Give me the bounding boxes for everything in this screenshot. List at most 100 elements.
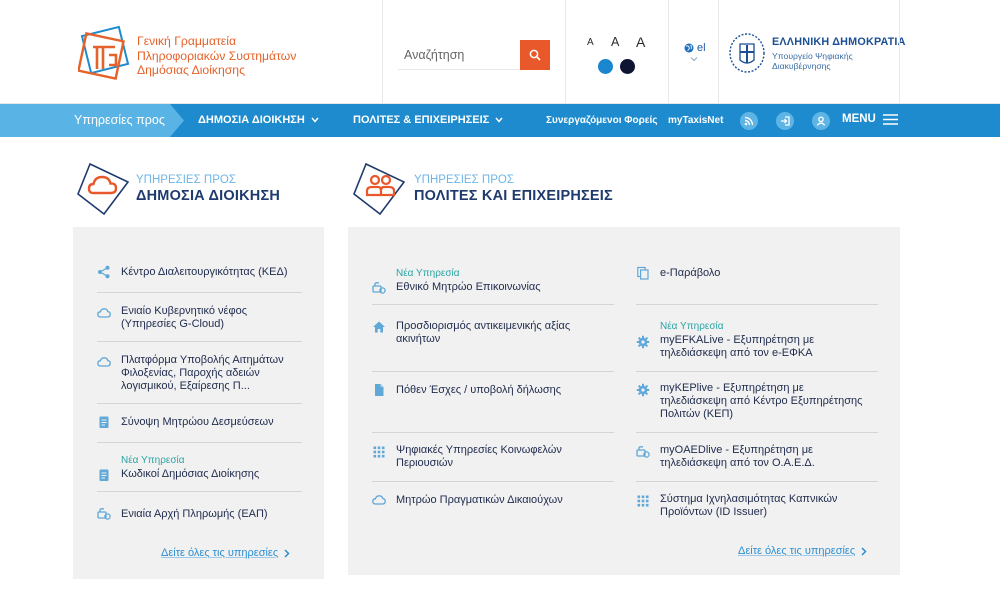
divider xyxy=(636,432,878,433)
payment-icon xyxy=(97,508,111,520)
service-item[interactable]: Νέα Υπηρεσία Εθνικό Μητρώο Επικοινωνίας xyxy=(372,268,612,296)
service-item[interactable]: myOAEDlive - Εξυπηρέτηση με τηλεδιάσκεψη… xyxy=(636,444,886,472)
gsis-logo-mark-icon xyxy=(78,25,130,80)
font-size-large-button[interactable]: A xyxy=(636,34,645,50)
service-item-line: Σύστημα Ιχνηλασιμότητας Καπνικών xyxy=(660,493,838,505)
payment-icon xyxy=(372,282,386,294)
service-item-line: Εθνικό Μητρώο Επικοινωνίας xyxy=(396,281,541,293)
service-item-line: myEFKALive - Εξυπηρέτηση με xyxy=(660,334,815,346)
service-item[interactable]: Σύστημα Ιχνηλασιμότητας Καπνικών Προϊόντ… xyxy=(636,493,886,521)
hamburger-icon xyxy=(882,113,898,125)
document-icon xyxy=(99,469,109,481)
chevron-down-icon[interactable] xyxy=(690,56,698,62)
search-icon xyxy=(529,49,541,61)
service-item[interactable]: Ενιαία Αρχή Πληρωμής (ΕΑΠ) xyxy=(97,507,307,525)
nav-citizens-businesses[interactable]: ΠΟΛΙΤΕΣ & ΕΠΙΧΕΙΡΗΣΕΙΣ xyxy=(353,114,503,126)
gov-title: ΕΛΛΗΝΙΚΗ ΔΗΜΟΚΡΑΤΙΑ xyxy=(772,36,906,48)
logo-line: Πληροφοριακών Συστημάτων xyxy=(137,48,297,63)
menu-button[interactable]: MENU xyxy=(842,113,898,125)
sign-in-icon xyxy=(781,116,790,126)
service-item[interactable]: Ψηφιακές Υπηρεσίες Κοινωφελών Περιουσιών xyxy=(372,444,612,472)
document-icon xyxy=(99,416,109,428)
gear-icon xyxy=(636,383,650,397)
file-icon xyxy=(375,384,384,396)
cloud-icon xyxy=(372,495,386,505)
divider xyxy=(636,371,878,372)
service-item-line: τηλεδιάσκεψη από Κέντρο Εξυπηρέτησης xyxy=(660,395,863,407)
divider xyxy=(372,432,614,433)
rss-button[interactable] xyxy=(740,112,758,130)
service-item[interactable]: Πόθεν Έσχες / υποβολή δήλωσης xyxy=(372,383,612,401)
header-divider xyxy=(668,0,669,103)
nav-mytaxisnet-label: myTaxisNet xyxy=(668,115,724,126)
service-item[interactable]: Ενιαίο Κυβερνητικό νέφος (Υπηρεσίες G-Cl… xyxy=(97,305,307,335)
service-item[interactable]: e-Παράβολο xyxy=(636,266,886,284)
header-divider xyxy=(718,0,719,103)
language-selector[interactable]: el xyxy=(684,42,706,54)
service-item[interactable]: Προσδιορισμός αντικειμενικής αξίας ακινή… xyxy=(372,320,612,348)
divider xyxy=(636,304,878,305)
new-service-badge: Νέα Υπηρεσία xyxy=(121,455,185,466)
search-input[interactable] xyxy=(398,40,520,70)
see-all-services-label: Δείτε όλες τις υπηρεσίες xyxy=(161,547,279,559)
header-divider xyxy=(382,0,383,103)
service-item[interactable]: Σύνοψη Μητρώου Δεσμεύσεων xyxy=(97,415,307,433)
contrast-normal-button[interactable] xyxy=(598,59,613,74)
see-all-services-link[interactable]: Δείτε όλες τις υπηρεσίες xyxy=(161,547,290,559)
service-item-line: Μητρώο Πραγματικών Δικαιούχων xyxy=(396,494,563,506)
site-header: Γενική Γραμματεία Πληροφοριακών Συστημάτ… xyxy=(0,0,1000,104)
service-item-line: Ψηφιακές Υπηρεσίες Κοινωφελών xyxy=(396,444,562,456)
service-item-line: myKEPlive - Εξυπηρέτηση με xyxy=(660,382,804,394)
service-item-line: Ενιαία Αρχή Πληρωμής (ΕΑΠ) xyxy=(121,508,268,520)
users-section-icon xyxy=(353,162,406,216)
service-item-line: Φιλοξενίας, Παροχής αδειών xyxy=(121,367,260,379)
service-item-line: Πλατφόρμα Υποβολής Αιτημάτων xyxy=(121,354,284,366)
nav-partners[interactable]: Συνεργαζόμενοι Φορείς xyxy=(546,115,658,126)
header-divider xyxy=(565,0,566,103)
gov-subtitle-line: Διακυβέρνησης xyxy=(772,61,831,71)
service-item[interactable]: Νέα Υπηρεσία Κωδικοί Δημόσιας Διοίκησης xyxy=(97,455,307,483)
home-icon xyxy=(373,321,385,333)
service-item-label: myEFKALive - Εξυπηρέτηση με τηλεδιάσκεψη… xyxy=(660,334,814,360)
gov-subtitle-line: Υπουργείο Ψηφιακής xyxy=(772,51,853,61)
main-navbar: Υπηρεσίες προς ΔΗΜΟΣΙΑ ΔΙΟΙΚΗΣΗ ΠΟΛΙΤΕΣ … xyxy=(0,104,1000,137)
see-all-services-label: Δείτε όλες τις υπηρεσίες xyxy=(738,545,856,557)
section-title: ΠΟΛΙΤΕΣ ΚΑΙ ΕΠΙΧΕΙΡΗΣΕΙΣ xyxy=(414,188,613,204)
service-item-line: Πόθεν Έσχες / υποβολή δήλωσης xyxy=(396,384,562,396)
contrast-dark-button[interactable] xyxy=(620,59,635,74)
nav-public-admin[interactable]: ΔΗΜΟΣΙΑ ΔΙΟΙΚΗΣΗ xyxy=(198,114,319,126)
service-item-line: myOAEDlive - Εξυπηρέτηση με xyxy=(660,444,813,456)
service-item[interactable]: Πλατφόρμα Υποβολής Αιτημάτων Φιλοξενίας,… xyxy=(97,354,307,396)
nav-mytaxisnet[interactable]: myTaxisNet xyxy=(668,115,723,126)
service-item-line: Πολιτών (ΚΕΠ) xyxy=(660,408,734,420)
service-item-line: λογισμικού, Εξαίρεσης Π... xyxy=(121,380,250,392)
service-item[interactable]: Νέα Υπηρεσία myEFKALive - Εξυπηρέτηση με… xyxy=(636,321,886,363)
login-button[interactable] xyxy=(776,112,794,130)
font-size-small-button[interactable]: A xyxy=(587,37,594,48)
search-button[interactable] xyxy=(520,40,550,70)
grid-icon xyxy=(637,495,649,507)
service-item-label: Σύστημα Ιχνηλασιμότητας Καπνικών Προϊόντ… xyxy=(660,493,837,519)
service-item[interactable]: myKEPlive - Εξυπηρέτηση με τηλεδιάσκεψη … xyxy=(636,382,886,424)
service-item-label: Πόθεν Έσχες / υποβολή δήλωσης xyxy=(396,384,561,397)
font-size-medium-button[interactable]: A xyxy=(611,35,619,49)
service-item-line: Σύνοψη Μητρώου Δεσμεύσεων xyxy=(121,416,274,428)
cloud-section-icon xyxy=(77,162,130,216)
service-item-line: Κωδικοί Δημόσιας Διοίκησης xyxy=(121,468,260,480)
section-sup: ΥΠΗΡΕΣΙΕΣ ΠΡΟΣ xyxy=(136,174,236,186)
service-item[interactable]: Μητρώο Πραγματικών Δικαιούχων xyxy=(372,493,612,511)
divider xyxy=(97,442,302,443)
see-all-services-link[interactable]: Δείτε όλες τις υπηρεσίες xyxy=(738,545,867,557)
hellenic-republic-logo[interactable]: ΕΛΛΗΝΙΚΗ ΔΗΜΟΚΡΑΤΙΑ Υπουργείο Ψηφιακής Δ… xyxy=(728,32,905,80)
chevron-right-icon xyxy=(284,548,290,558)
service-item-line: Προϊόντων (ID Issuer) xyxy=(660,506,768,518)
cloud-icon xyxy=(97,357,111,367)
user-account-button[interactable] xyxy=(812,112,830,130)
service-item-line: Προσδιορισμός αντικειμενικής αξίας xyxy=(396,320,571,332)
service-item[interactable]: Κέντρο Διαλειτουργικότητας (ΚΕΔ) xyxy=(97,265,307,285)
gsis-logo-text: Γενική Γραμματεία Πληροφοριακών Συστημάτ… xyxy=(137,34,296,78)
divider xyxy=(636,481,878,482)
divider xyxy=(372,304,614,305)
gsis-logo[interactable]: Γενική Γραμματεία Πληροφοριακών Συστημάτ… xyxy=(78,25,323,85)
service-item-line: τηλεδιάσκεψη από τον Ο.Α.Ε.Δ. xyxy=(660,457,815,469)
